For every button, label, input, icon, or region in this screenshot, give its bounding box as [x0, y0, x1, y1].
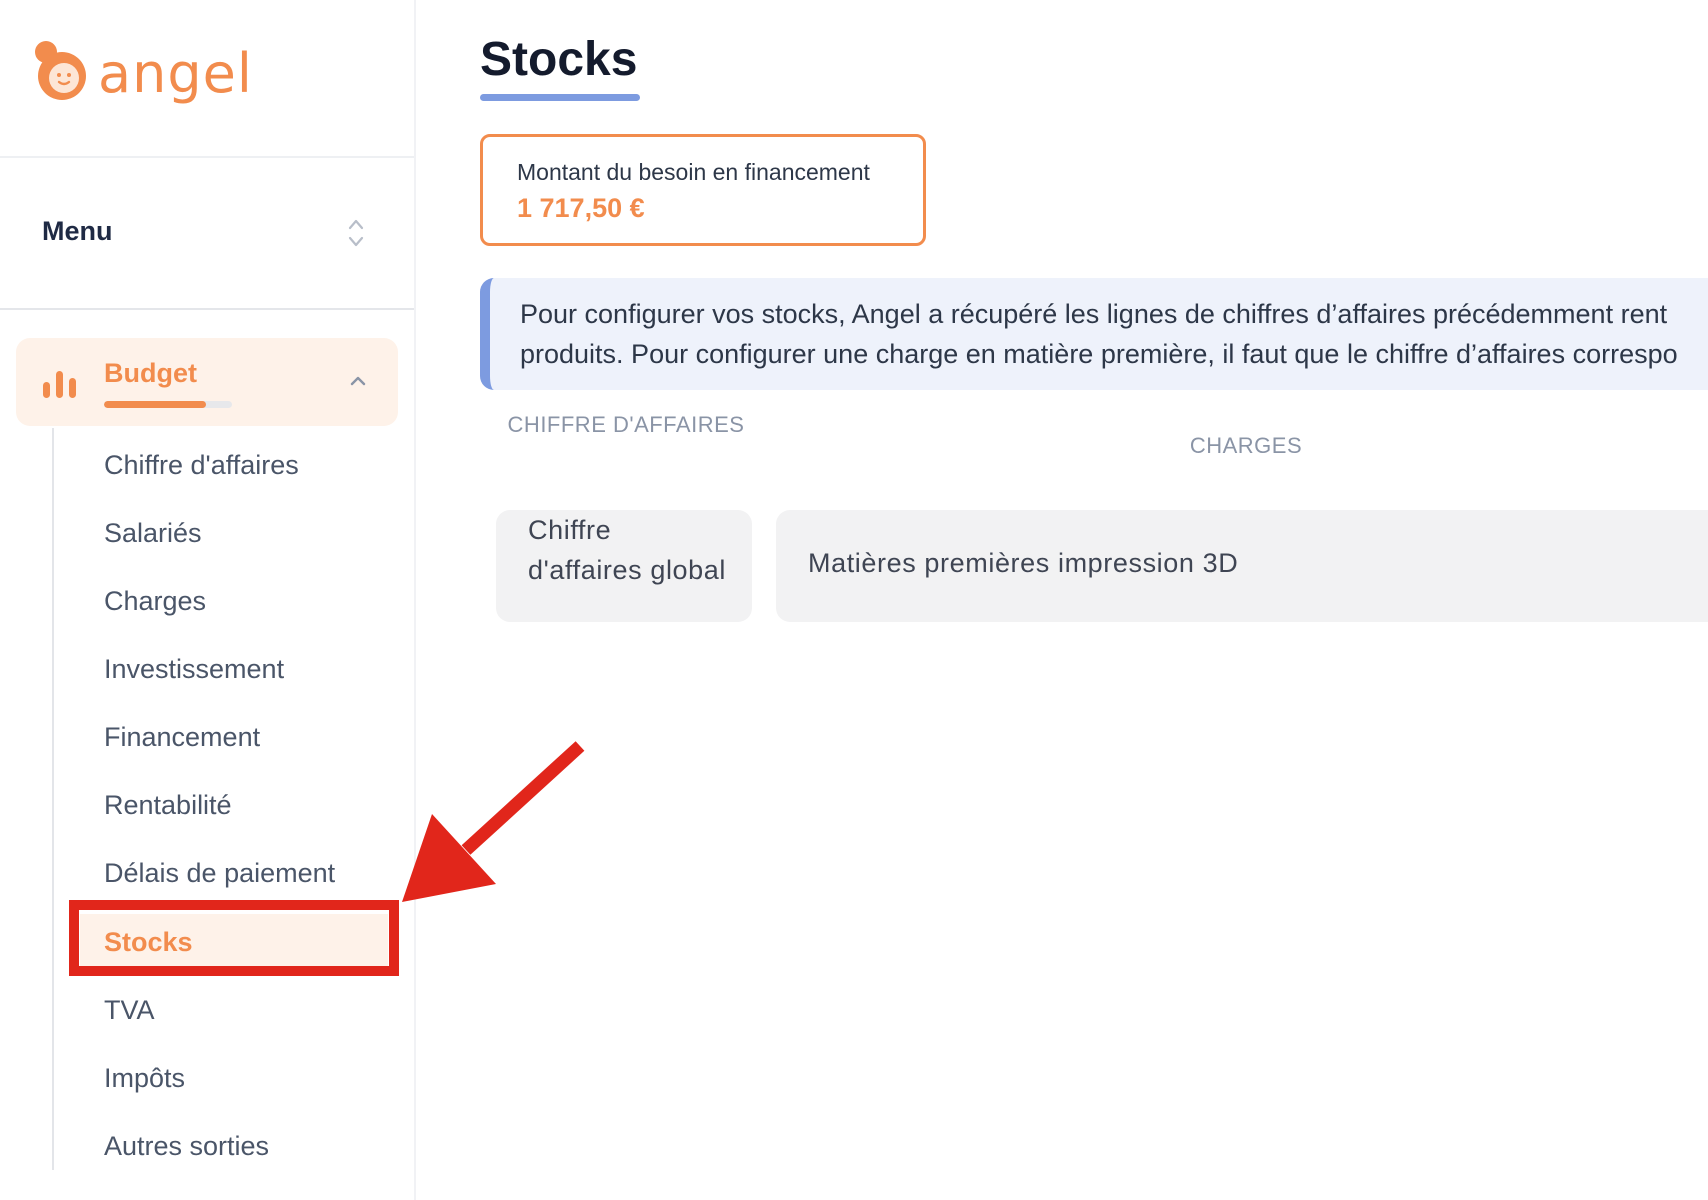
sidebar-item-impots[interactable]: Impôts: [104, 1062, 185, 1094]
logo-area: angel: [0, 0, 414, 158]
table-cell-charge[interactable]: Matières premières impression 3D: [776, 510, 1708, 622]
app-window: angel Menu Budget Chiffre d'affaires Sal…: [0, 0, 1708, 1200]
sidebar-section-budget[interactable]: Budget: [16, 338, 398, 426]
sidebar-item-salaries[interactable]: Salariés: [104, 517, 202, 549]
column-header-chiffre-affaires: CHIFFRE D'AFFAIRES: [507, 412, 745, 437]
sidebar-item-tva[interactable]: TVA: [104, 994, 155, 1026]
brand-name: angel: [98, 42, 253, 105]
page-title: Stocks: [480, 33, 638, 86]
menu-label: Menu: [42, 216, 113, 246]
chiffre-affaires-value: Chiffre d'affaires global: [528, 515, 726, 585]
sidebar-item-stocks[interactable]: Stocks: [104, 926, 193, 958]
sort-toggle-icon[interactable]: [345, 216, 367, 250]
angel-logo-icon: [35, 41, 86, 100]
bar-chart-icon: [43, 371, 76, 398]
sidebar-item-investissement[interactable]: Investissement: [104, 653, 284, 685]
table-cell-chiffre-affaires[interactable]: Chiffre d'affaires global: [496, 510, 752, 622]
funding-need-value: 1 717,50 €: [517, 193, 645, 223]
budget-label: Budget: [104, 358, 197, 388]
sidebar-item-chiffre-affaires[interactable]: Chiffre d'affaires: [104, 449, 299, 481]
sidebar-item-autres-sorties[interactable]: Autres sorties: [104, 1130, 269, 1162]
sidebar: angel Menu Budget Chiffre d'affaires Sal…: [0, 0, 416, 1200]
main-content: Stocks Montant du besoin en financement …: [416, 0, 1708, 1200]
sidebar-item-rentabilite[interactable]: Rentabilité: [104, 789, 232, 821]
info-banner-line-2: produits. Pour configurer une charge en …: [520, 339, 1678, 369]
nav-tree-line: [52, 428, 54, 1170]
sidebar-item-charges[interactable]: Charges: [104, 585, 206, 617]
sidebar-item-delais-paiement[interactable]: Délais de paiement: [104, 857, 335, 889]
info-banner: Pour configurer vos stocks, Angel a récu…: [480, 278, 1708, 390]
sidebar-item-financement[interactable]: Financement: [104, 721, 260, 753]
budget-progress-fill: [104, 401, 207, 408]
funding-need-card: Montant du besoin en financement 1 717,5…: [480, 134, 926, 246]
column-header-charges: CHARGES: [1189, 433, 1303, 458]
chevron-up-icon[interactable]: [348, 374, 368, 388]
info-banner-text: Pour configurer vos stocks, Angel a récu…: [520, 294, 1708, 374]
charge-value: Matières premières impression 3D: [808, 548, 1239, 578]
info-banner-line-1: Pour configurer vos stocks, Angel a récu…: [520, 299, 1668, 329]
title-underline: [480, 94, 640, 101]
funding-need-label: Montant du besoin en financement: [517, 159, 870, 185]
budget-progress-bar: [104, 401, 232, 408]
